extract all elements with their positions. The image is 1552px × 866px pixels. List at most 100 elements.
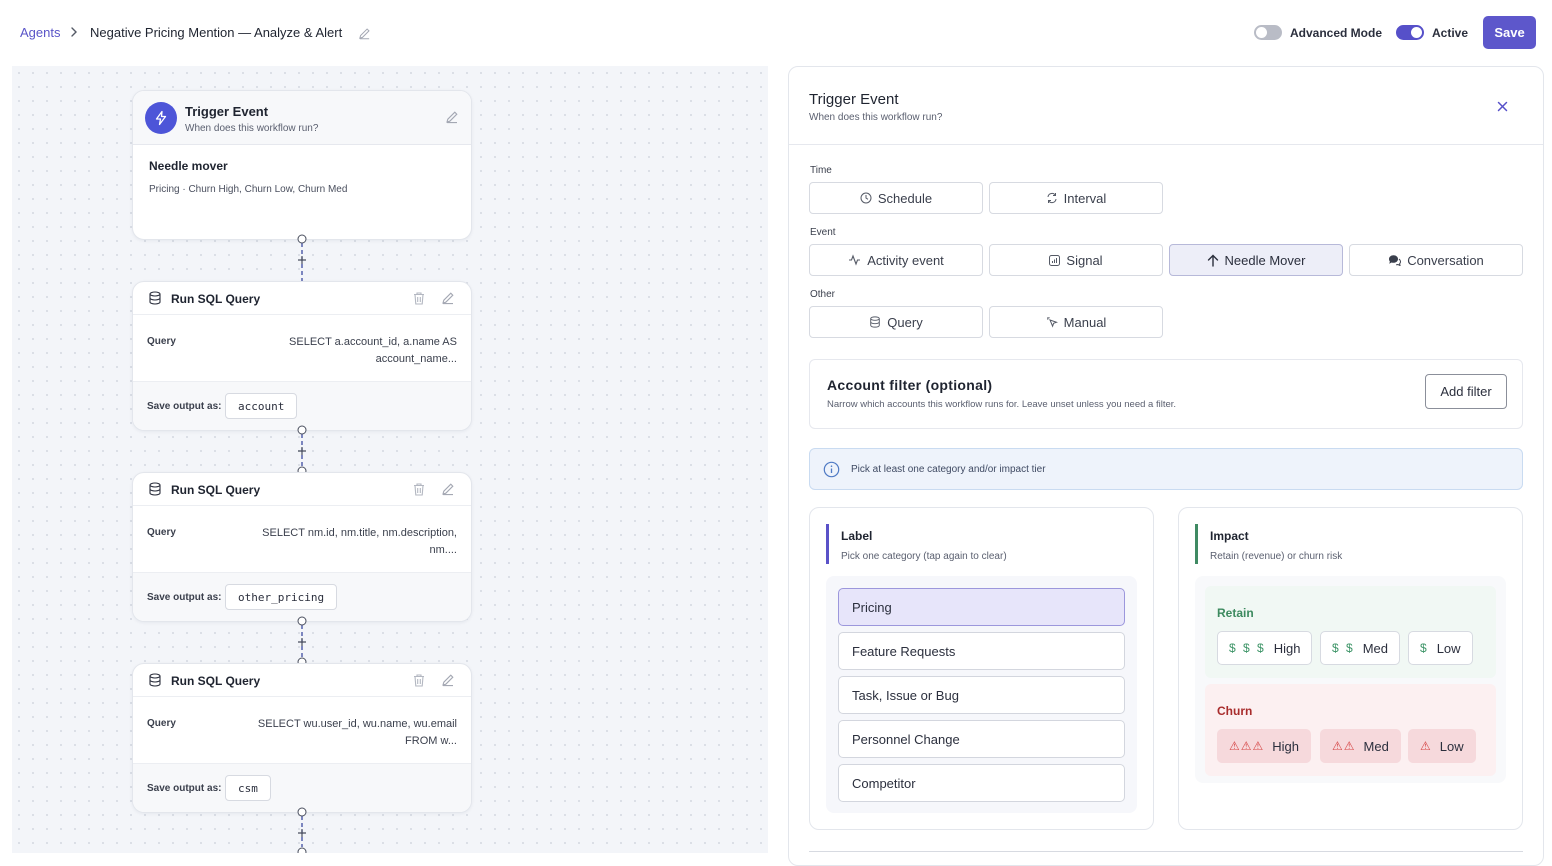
- sql-node-footer: Save output as: csm: [133, 764, 471, 812]
- query-text: SELECT wu.user_id, wu.name, wu.email FRO…: [257, 718, 457, 747]
- churn-med-chip[interactable]: ⚠⚠ Med: [1320, 729, 1401, 763]
- conversation-option[interactable]: Conversation: [1349, 244, 1523, 276]
- conversation-label: Conversation: [1407, 252, 1484, 268]
- page-title: Negative Pricing Mention — Analyze & Ale…: [90, 25, 343, 40]
- query-text: SELECT a.account_id, a.name AS account_n…: [289, 336, 457, 365]
- pencil-icon[interactable]: [441, 482, 455, 496]
- info-banner: Pick at least one category and/or impact…: [809, 448, 1523, 490]
- output-variable-chip[interactable]: other_pricing: [225, 584, 338, 610]
- output-variable-chip[interactable]: csm: [225, 775, 271, 801]
- active-label: Active: [1432, 26, 1469, 40]
- trigger-node-header: Trigger Event When does this workflow ru…: [133, 91, 471, 145]
- sql-node-2[interactable]: Run SQL Query Query SELECT nm.id, nm.tit…: [132, 472, 472, 622]
- sql-node-title: Run SQL Query: [171, 674, 261, 688]
- label-accent-bar: [826, 524, 829, 564]
- manual-option[interactable]: Manual: [989, 306, 1163, 338]
- needle-mover-label: Needle Mover: [1224, 252, 1306, 268]
- panel-subtitle: When does this workflow run?: [809, 112, 943, 123]
- trash-icon[interactable]: [412, 482, 426, 497]
- label-card-title: Label: [841, 529, 873, 543]
- sql-node-title: Run SQL Query: [171, 292, 261, 306]
- activity-event-label: Activity event: [867, 252, 944, 268]
- pencil-icon[interactable]: [445, 110, 459, 124]
- clock-icon: [860, 192, 872, 204]
- warning-icon: ⚠⚠: [1332, 739, 1356, 753]
- pencil-icon[interactable]: [441, 291, 455, 305]
- lightning-icon: [145, 102, 177, 134]
- label-options-list: Pricing Feature Requests Task, Issue or …: [826, 576, 1137, 813]
- churn-low-chip[interactable]: ⚠ Low: [1408, 729, 1476, 763]
- trash-icon[interactable]: [412, 291, 426, 306]
- save-button[interactable]: Save: [1483, 16, 1536, 49]
- chat-icon: [1388, 254, 1402, 266]
- sql-node-body: Query SELECT wu.user_id, wu.name, wu.ema…: [133, 697, 471, 764]
- signal-icon: [1049, 254, 1061, 266]
- query-label: Query: [147, 718, 176, 729]
- connector: [297, 234, 307, 282]
- needle-mover-title: Needle mover: [149, 159, 228, 173]
- advanced-mode-label: Advanced Mode: [1290, 26, 1383, 40]
- label-option-pricing[interactable]: Pricing: [838, 588, 1125, 626]
- sql-node-3[interactable]: Run SQL Query Query SELECT wu.user_id, w…: [132, 663, 472, 813]
- impact-card-title: Impact: [1210, 529, 1249, 543]
- pencil-icon[interactable]: [441, 673, 455, 687]
- chip-label: High: [1272, 738, 1300, 754]
- sql-node-header: Run SQL Query: [133, 473, 471, 506]
- query-label: Query: [887, 314, 923, 330]
- label-option-feature-requests[interactable]: Feature Requests: [838, 632, 1125, 670]
- database-icon: [869, 316, 881, 328]
- chip-label: Low: [1439, 738, 1464, 754]
- activity-event-option[interactable]: Activity event: [809, 244, 983, 276]
- close-icon[interactable]: [1497, 101, 1508, 112]
- churn-group: Churn ⚠⚠⚠ High ⚠⚠ Med ⚠ Low: [1205, 684, 1496, 776]
- time-group-label: Time: [810, 165, 832, 176]
- trigger-node-title: Trigger Event: [185, 104, 269, 119]
- arrow-up-icon: [1207, 254, 1219, 267]
- database-icon: [148, 673, 162, 687]
- label-option-competitor[interactable]: Competitor: [838, 764, 1125, 802]
- sql-node-body: Query SELECT nm.id, nm.title, nm.descrip…: [133, 506, 471, 573]
- dollar-icon: $ $: [1332, 641, 1355, 655]
- schedule-option[interactable]: Schedule: [809, 182, 983, 214]
- advanced-mode-toggle[interactable]: [1254, 25, 1282, 40]
- active-toggle[interactable]: [1396, 25, 1424, 40]
- retain-group: Retain $ $ $ High $ $ Med $ Low: [1205, 586, 1496, 678]
- retain-low-chip[interactable]: $ Low: [1408, 631, 1473, 665]
- churn-high-chip[interactable]: ⚠⚠⚠ High: [1217, 729, 1312, 763]
- top-bar: Agents Negative Pricing Mention — Analyz…: [0, 0, 1552, 66]
- interval-option[interactable]: Interval: [989, 182, 1163, 214]
- workflow-canvas[interactable]: Trigger Event When does this workflow ru…: [12, 66, 768, 853]
- label-option-task-issue-bug[interactable]: Task, Issue or Bug: [838, 676, 1125, 714]
- account-filter-title: Account filter (optional): [827, 377, 993, 393]
- chevron-right-icon: [69, 26, 79, 38]
- needle-mover-option[interactable]: Needle Mover: [1169, 244, 1343, 276]
- retain-high-chip[interactable]: $ $ $ High: [1217, 631, 1313, 665]
- schedule-label: Schedule: [877, 190, 933, 206]
- trigger-node[interactable]: Trigger Event When does this workflow ru…: [132, 90, 472, 240]
- trash-icon[interactable]: [412, 673, 426, 688]
- label-option-personnel-change[interactable]: Personnel Change: [838, 720, 1125, 758]
- repeat-icon: [1046, 192, 1058, 204]
- signal-label: Signal: [1066, 252, 1103, 268]
- query-option[interactable]: Query: [809, 306, 983, 338]
- event-group-label: Event: [810, 227, 836, 238]
- sql-node-1[interactable]: Run SQL Query Query SELECT a.account_id,…: [132, 281, 472, 431]
- save-output-label: Save output as:: [147, 401, 222, 412]
- pencil-icon[interactable]: [358, 27, 371, 40]
- manual-label: Manual: [1063, 314, 1107, 330]
- database-icon: [148, 291, 162, 305]
- dollar-icon: $: [1420, 641, 1429, 655]
- chip-label: Med: [1362, 640, 1388, 656]
- trigger-node-subtitle: When does this workflow run?: [185, 123, 319, 134]
- output-variable-chip[interactable]: account: [225, 393, 298, 419]
- add-filter-button[interactable]: Add filter: [1425, 374, 1507, 409]
- breadcrumb-agents-link[interactable]: Agents: [20, 25, 60, 40]
- impact-accent-bar: [1195, 524, 1198, 564]
- retain-med-chip[interactable]: $ $ Med: [1320, 631, 1400, 665]
- info-icon: [823, 461, 840, 478]
- trigger-settings-panel: Trigger Event When does this workflow ru…: [788, 66, 1544, 866]
- divider: [809, 851, 1523, 852]
- save-output-label: Save output as:: [147, 783, 222, 794]
- impact-card-subtitle: Retain (revenue) or churn risk: [1210, 551, 1343, 562]
- signal-option[interactable]: Signal: [989, 244, 1163, 276]
